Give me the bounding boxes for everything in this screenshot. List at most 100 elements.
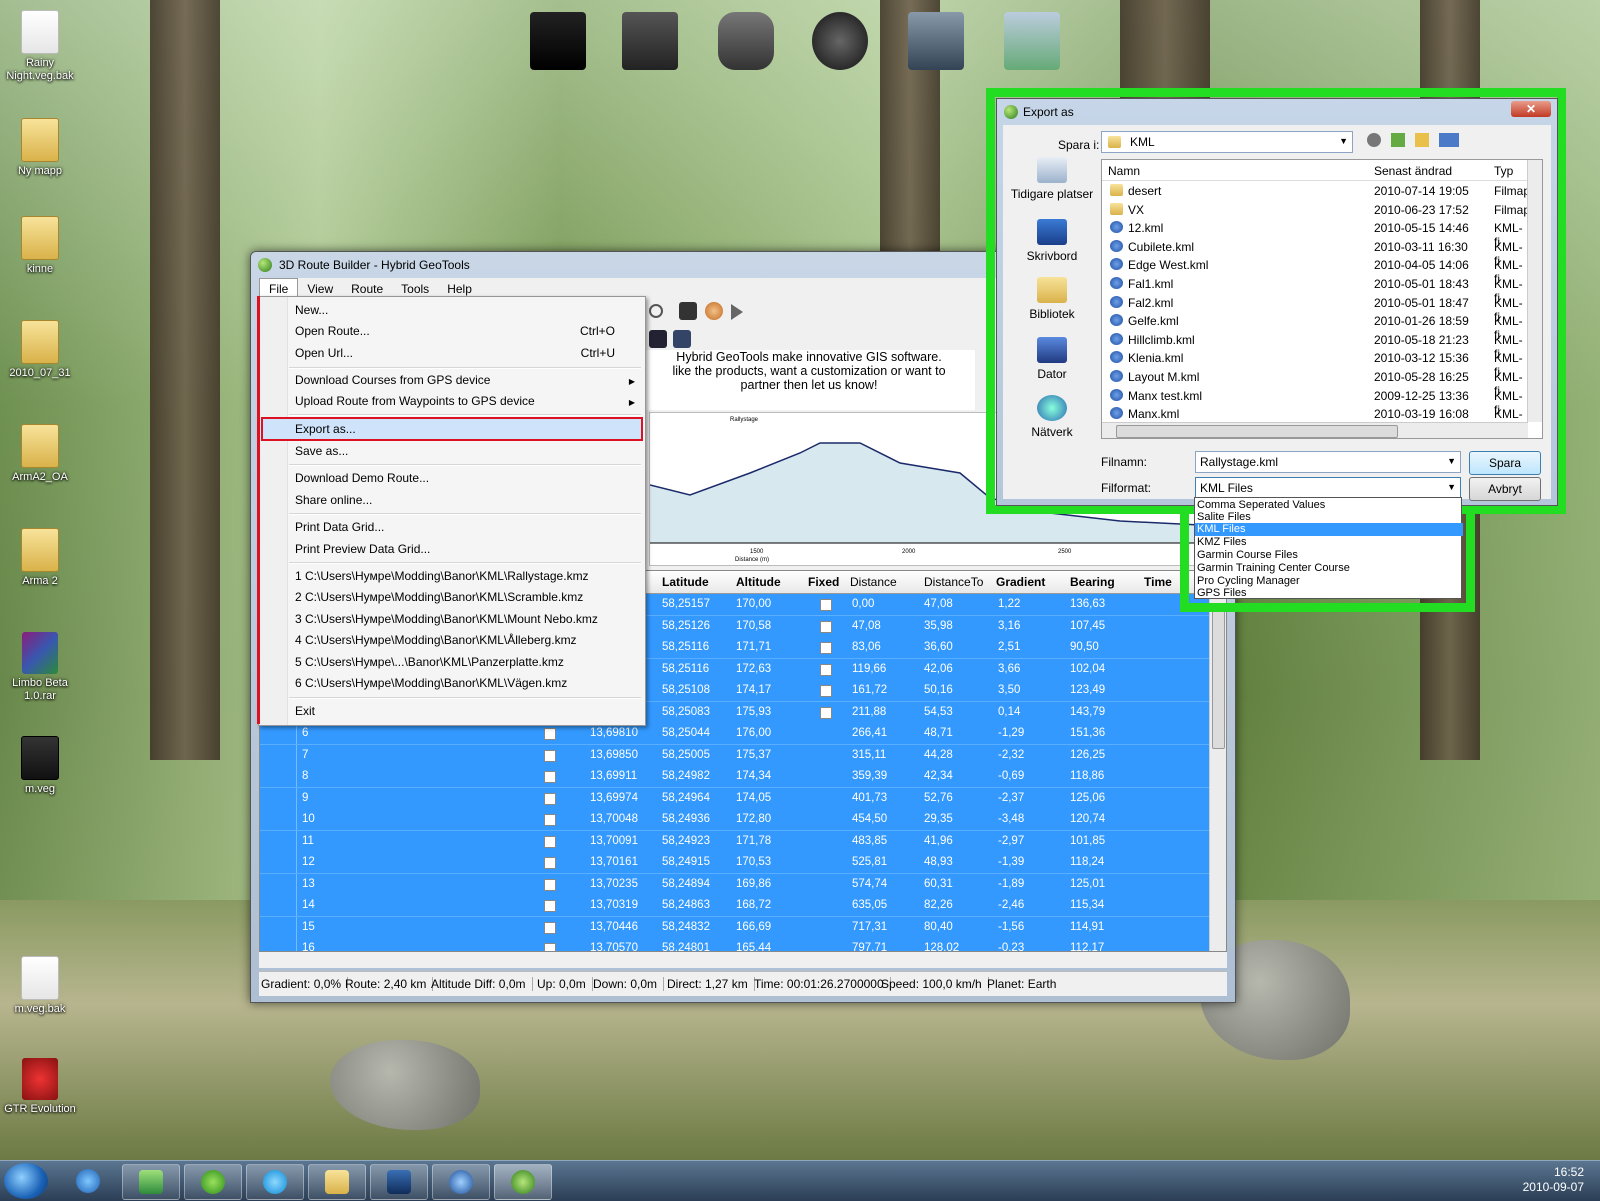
- menu-item-download-demo[interactable]: Download Demo Route...: [295, 471, 429, 485]
- table-cell[interactable]: 58,24863: [662, 899, 710, 911]
- fixed-checkbox[interactable]: [544, 900, 556, 912]
- column-header[interactable]: DistanceTo: [924, 575, 983, 589]
- table-cell[interactable]: 58,25126: [662, 620, 710, 632]
- table-cell[interactable]: 58,25083: [662, 706, 710, 718]
- row-header[interactable]: [260, 852, 297, 873]
- row-header[interactable]: [260, 938, 297, 951]
- table-cell[interactable]: 175,37: [736, 749, 771, 761]
- table-cell[interactable]: -2,46: [998, 899, 1024, 911]
- file-list[interactable]: Namn Senast ändrad Typ desert 2010-07-14 …: [1101, 159, 1543, 439]
- table-cell[interactable]: -1,29: [998, 727, 1024, 739]
- format-option[interactable]: KMZ Files: [1195, 536, 1463, 549]
- table-cell[interactable]: 797,71: [852, 942, 887, 951]
- table-cell[interactable]: 16: [302, 942, 315, 951]
- table-row[interactable]: 13 13,70235 58,24894 169,86 574,74 60,31 -1,89…: [260, 873, 1210, 896]
- fixed-checkbox[interactable]: [544, 728, 556, 740]
- system-clock[interactable]: 16:52 2010-09-07: [1523, 1165, 1584, 1195]
- file-row[interactable]: Klenia.kml 2010-03-12 15:36 KML-fi: [1102, 349, 1528, 379]
- desktop-icon[interactable]: Limbo Beta 1.0.rar: [0, 632, 80, 703]
- table-cell[interactable]: 13,69911: [590, 770, 637, 782]
- camera-icon[interactable]: [679, 302, 697, 320]
- table-cell[interactable]: 171,71: [736, 641, 771, 653]
- menu-item-print-preview[interactable]: Print Preview Data Grid...: [295, 542, 430, 556]
- table-cell[interactable]: 58,25005: [662, 749, 710, 761]
- table-cell[interactable]: 3,66: [998, 663, 1020, 675]
- recycle-bin-icon[interactable]: [718, 12, 774, 70]
- table-cell[interactable]: -0,23: [998, 942, 1024, 951]
- format-dropdown-list[interactable]: Comma Seperated Values Salite Files KML …: [1194, 497, 1463, 599]
- table-cell[interactable]: 13: [302, 878, 315, 890]
- fixed-checkbox[interactable]: [820, 642, 832, 654]
- fixed-checkbox[interactable]: [544, 878, 556, 891]
- menu-item-share-online[interactable]: Share online...: [295, 493, 372, 507]
- column-header[interactable]: Altitude: [736, 575, 781, 589]
- file-menu[interactable]: New... Open Route... Ctrl+O Open Url... …: [258, 296, 646, 726]
- table-cell[interactable]: 172,63: [736, 663, 771, 675]
- table-cell[interactable]: 58,25108: [662, 684, 710, 696]
- table-cell[interactable]: 13,69974: [590, 792, 638, 804]
- row-header[interactable]: [260, 809, 297, 830]
- row-header[interactable]: [260, 830, 297, 852]
- table-cell[interactable]: 36,60: [924, 641, 953, 653]
- menu-item-upload-route[interactable]: Upload Route from Waypoints to GPS devic…: [295, 394, 535, 408]
- menu-item-recent-file[interactable]: 4 C:\Users\Hумpe\Modding\Banor\KML\Ålleb…: [295, 633, 577, 647]
- view-menu-icon[interactable]: [1439, 133, 1459, 147]
- table-cell[interactable]: 120,74: [1070, 813, 1105, 825]
- file-row[interactable]: Manx test.kml 2009-12-25 13:36 KML-fi: [1102, 387, 1528, 417]
- table-cell[interactable]: 2,51: [998, 641, 1020, 653]
- table-cell[interactable]: 52,76: [924, 792, 953, 804]
- file-row[interactable]: Edge West.kml 2010-04-05 14:06 KML-fi: [1102, 256, 1528, 286]
- table-cell[interactable]: 115,34: [1070, 899, 1104, 911]
- table-cell[interactable]: 80,40: [924, 921, 953, 933]
- export-dialog[interactable]: Export as ✕ Spara i: KML ▼ Tidigare plat…: [996, 98, 1558, 506]
- table-cell[interactable]: 14: [302, 899, 315, 911]
- table-row[interactable]: 14 13,70319 58,24863 168,72 635,05 82,26 -2,46…: [260, 895, 1210, 917]
- column-header[interactable]: Distance: [850, 575, 897, 589]
- table-cell[interactable]: 13,69810: [590, 727, 638, 739]
- fixed-checkbox[interactable]: [544, 814, 556, 826]
- table-cell[interactable]: 13,70570: [590, 942, 638, 951]
- table-cell[interactable]: 29,35: [924, 813, 953, 825]
- file-row[interactable]: VX 2010-06-23 17:52 Filmap: [1102, 201, 1530, 219]
- table-cell[interactable]: 13,70235: [590, 878, 638, 890]
- place-network[interactable]: Nätverk: [1007, 395, 1097, 439]
- table-cell[interactable]: 118,24: [1070, 856, 1104, 868]
- table-cell[interactable]: 9: [302, 792, 308, 804]
- car-photo-icon[interactable]: [908, 12, 964, 70]
- menu-item-save-as[interactable]: Save as...: [295, 444, 348, 458]
- table-cell[interactable]: 47,08: [924, 598, 953, 610]
- table-cell[interactable]: -1,39: [998, 856, 1024, 868]
- table-cell[interactable]: 6: [302, 727, 308, 739]
- row-header[interactable]: [260, 723, 297, 744]
- row-header[interactable]: [260, 744, 297, 766]
- table-cell[interactable]: 136,63: [1070, 598, 1105, 610]
- row-header[interactable]: [260, 766, 297, 787]
- close-button[interactable]: ✕: [1511, 101, 1551, 117]
- desktop-icon[interactable]: GTR Evolution: [0, 1058, 80, 1116]
- table-cell[interactable]: 42,06: [924, 663, 953, 675]
- row-header[interactable]: [260, 787, 297, 809]
- table-cell[interactable]: 174,34: [736, 770, 771, 782]
- table-row[interactable]: 10 13,70048 58,24936 172,80 454,50 29,35 -3,48…: [260, 809, 1210, 831]
- table-cell[interactable]: 42,34: [924, 770, 953, 782]
- table-cell[interactable]: 454,50: [852, 813, 887, 825]
- column-header-date[interactable]: Senast ändrad: [1374, 164, 1452, 178]
- table-cell[interactable]: 11: [302, 835, 314, 847]
- column-header[interactable]: Bearing: [1070, 575, 1115, 589]
- column-header[interactable]: Latitude: [662, 575, 709, 589]
- menu-item-recent-file[interactable]: 3 C:\Users\Hумpe\Modding\Banor\KML\Mount…: [295, 612, 598, 626]
- place-libraries[interactable]: Bibliotek: [1007, 277, 1097, 321]
- table-cell[interactable]: 166,69: [736, 921, 771, 933]
- table-cell[interactable]: 170,53: [736, 856, 771, 868]
- fixed-checkbox[interactable]: [820, 620, 832, 633]
- table-cell[interactable]: 7: [302, 749, 308, 761]
- column-header[interactable]: Fixed: [808, 575, 839, 589]
- desktop-icon[interactable]: ArmA2_OA: [0, 424, 80, 484]
- table-cell[interactable]: 118,86: [1070, 770, 1104, 782]
- table-cell[interactable]: 15: [302, 921, 315, 933]
- fixed-checkbox[interactable]: [820, 706, 832, 719]
- scroll-thumb[interactable]: [1212, 607, 1225, 749]
- scroll-thumb[interactable]: [1116, 425, 1398, 438]
- menu-item-recent-file[interactable]: 2 C:\Users\Hумpe\Modding\Banor\KML\Scram…: [295, 590, 583, 604]
- table-cell[interactable]: -0,69: [998, 770, 1024, 782]
